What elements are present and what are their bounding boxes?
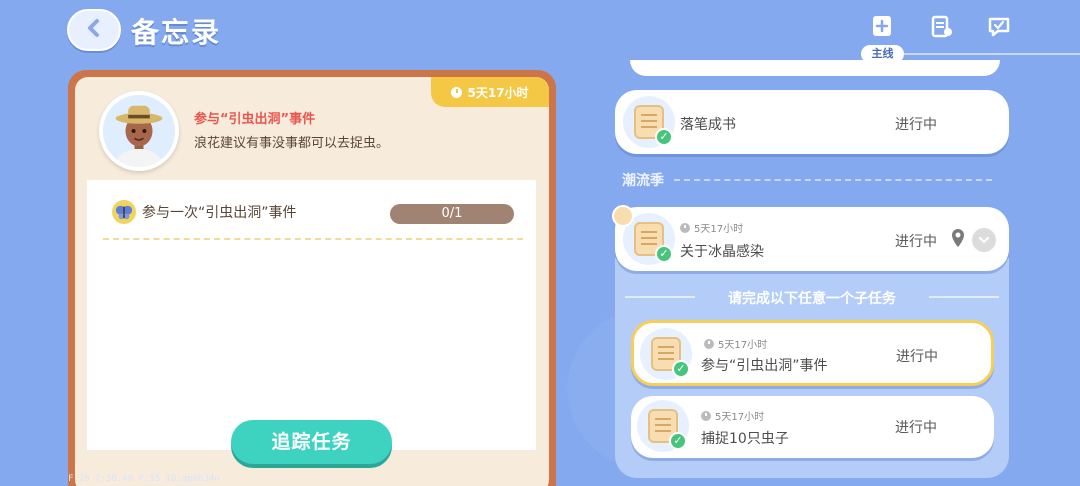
quest-timer-text: 5天17小时 [467,85,529,100]
subtask-card-bug-event[interactable]: ✓ 5天17小时 参与“引虫出洞”事件 进行中 [631,320,994,386]
quest-timer-text: 5天17小时 [718,340,768,351]
task-divider [103,238,523,240]
track-quest-button[interactable]: 追踪任务 [231,420,392,464]
hint-line-right [929,296,999,298]
main-quest-tab[interactable] [868,14,896,42]
clock-icon [451,86,463,98]
location-pin-icon[interactable] [950,228,966,248]
check-icon: ✓ [672,360,690,378]
task-list-area: 参与一次“引虫出洞”事件 0/1 [87,180,536,450]
quest-title: 参与“引虫出洞”事件 [701,358,828,374]
quest-title: 捕捉10只虫子 [701,431,789,447]
quest-timer-text: 5天17小时 [715,412,765,423]
quest-timer-text: 5天17小时 [694,224,744,235]
clock-icon [701,410,711,421]
clock-icon [704,338,714,349]
page-title: 备忘录 [131,16,222,49]
task-row: 参与一次“引虫出洞”事件 [112,200,297,224]
check-icon: ✓ [655,245,673,263]
quest-status: 进行中 [895,420,937,436]
task-progress: 0/1 [390,204,514,224]
quest-detail-inner: 5天17小时 参与“引虫出洞”事件 浪花建议有事没事都可以去捉虫。 参与一次“引… [75,77,549,486]
check-icon: ✓ [655,128,673,146]
chevron-down-icon [978,231,990,250]
clock-icon [680,222,690,233]
event-quest-tab[interactable] [985,14,1013,42]
clipboard-icon [928,13,954,43]
add-quest-icon [869,13,895,43]
quest-status: 进行中 [896,349,938,365]
quest-scroll-icon: ✓ [637,400,689,452]
quest-detail-card: 5天17小时 参与“引虫出洞”事件 浪花建议有事没事都可以去捉虫。 参与一次“引… [68,70,556,486]
section-divider [674,179,992,181]
quest-title: 关于冰晶感染 [680,244,764,260]
quest-status: 进行中 [895,234,937,250]
subtask-hint: 请完成以下任意一个子任务 [728,291,896,307]
quest-name: 参与“引虫出洞”事件 [194,112,316,127]
butterfly-icon [112,200,136,224]
quest-timer-tab: 5天17小时 [431,77,549,107]
back-arrow-icon [84,18,104,42]
stack-icon [612,205,634,227]
quest-timer: 5天17小时 [680,220,743,235]
check-icon: ✓ [669,432,687,450]
tab-underline [900,53,1080,55]
quest-description: 浪花建议有事没事都可以去捉虫。 [194,136,390,151]
task-text: 参与一次“引虫出洞”事件 [142,205,297,221]
collapse-button[interactable] [972,228,996,252]
chat-check-icon [986,13,1012,43]
debug-overlay: F:28 T:38.40 P:55 ID:qp8h34n [68,474,220,484]
quest-scroll-icon: ✓ [623,96,675,148]
quest-title: 落笔成书 [680,117,736,133]
back-button[interactable] [67,9,121,51]
npc-avatar [99,91,179,171]
side-quest-tab[interactable] [927,14,955,42]
quest-status: 进行中 [895,117,937,133]
quest-scroll-icon: ✓ [640,328,692,380]
quest-card-luobi[interactable]: ✓ 落笔成书 进行中 [615,90,1009,154]
quest-card-partial[interactable] [630,60,1000,76]
subtask-card-catch-bugs[interactable]: ✓ 5天17小时 捕捉10只虫子 进行中 [631,396,994,458]
quest-timer: 5天17小时 [704,336,767,351]
section-label: 潮流季 [622,173,664,189]
quest-timer: 5天17小时 [701,408,764,423]
